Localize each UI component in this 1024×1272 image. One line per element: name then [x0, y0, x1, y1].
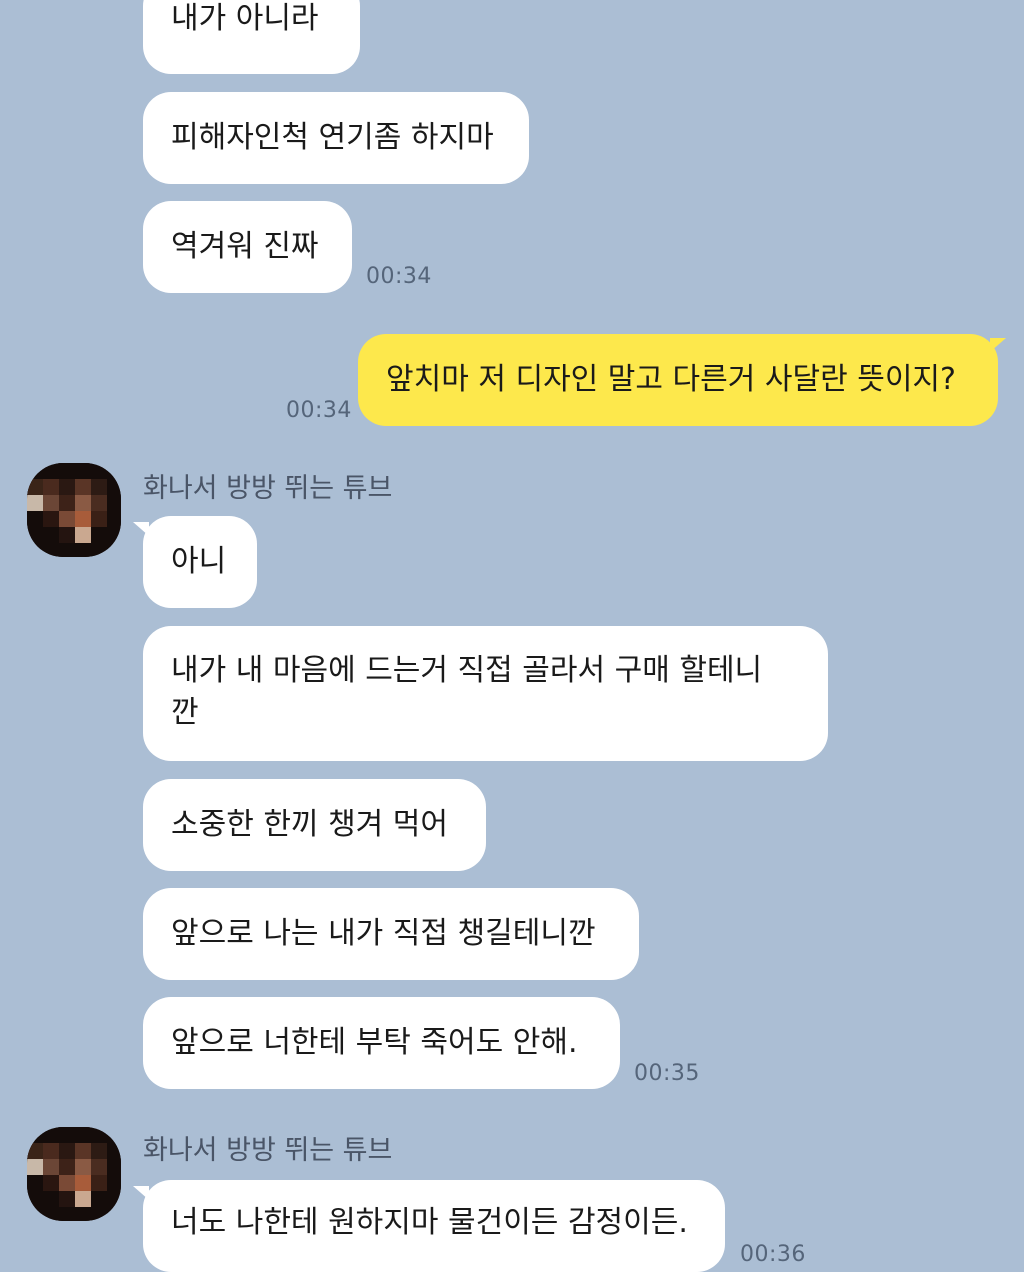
sender-name: 화나서 방방 뛰는 튜브 — [143, 473, 393, 504]
message-bubble-incoming[interactable]: 소중한 한끼 챙겨 먹어 — [143, 779, 486, 871]
message-text: 아니 — [171, 544, 227, 579]
message-bubble-incoming[interactable]: 앞으로 너한테 부탁 죽어도 안해. — [143, 997, 620, 1089]
message-bubble-incoming[interactable]: 앞으로 나는 내가 직접 챙길테니깐 — [143, 888, 639, 980]
message-bubble-incoming[interactable]: 너도 나한테 원하지마 물건이든 감정이든. — [143, 1180, 725, 1272]
message-bubble-outgoing[interactable]: 앞치마 저 디자인 말고 다른거 사달란 뜻이지? — [358, 334, 998, 426]
sender-name: 화나서 방방 뛰는 튜브 — [143, 1135, 393, 1166]
message-text: 앞으로 나는 내가 직접 챙길테니깐 — [171, 916, 596, 951]
message-bubble-incoming[interactable]: 아니 — [143, 516, 257, 608]
pixelated-avatar-icon — [27, 1127, 121, 1221]
message-bubble-incoming[interactable]: 피해자인척 연기좀 하지마 — [143, 92, 529, 184]
bubble-tail — [990, 338, 1006, 352]
message-bubble-incoming[interactable]: 역겨워 진짜 — [143, 201, 352, 293]
message-text: 피해자인척 연기좀 하지마 — [171, 120, 494, 155]
message-bubble-incoming[interactable]: 내가 내 마음에 드는거 직접 골라서 구매 할테니 깐 — [143, 626, 828, 761]
message-text: 역겨워 진짜 — [171, 229, 319, 264]
profile-avatar[interactable] — [27, 463, 121, 557]
message-text: 내가 내 마음에 드는거 직접 골라서 구매 할테니 깐 — [171, 653, 763, 730]
message-text: 내가 아니라 — [171, 1, 319, 36]
message-timestamp: 00:36 — [740, 1242, 806, 1267]
message-text: 소중한 한끼 챙겨 먹어 — [171, 807, 449, 842]
message-timestamp: 00:35 — [634, 1061, 700, 1086]
message-bubble-incoming[interactable]: 내가 아니라 — [143, 0, 360, 74]
message-text: 너도 나한테 원하지마 물건이든 감정이든. — [171, 1205, 688, 1240]
message-text: 앞치마 저 디자인 말고 다른거 사달란 뜻이지? — [386, 362, 956, 397]
message-timestamp: 00:34 — [286, 398, 352, 423]
pixelated-avatar-icon — [27, 463, 121, 557]
message-timestamp: 00:34 — [366, 264, 432, 289]
profile-avatar[interactable] — [27, 1127, 121, 1221]
message-text: 앞으로 너한테 부탁 죽어도 안해. — [171, 1025, 578, 1060]
